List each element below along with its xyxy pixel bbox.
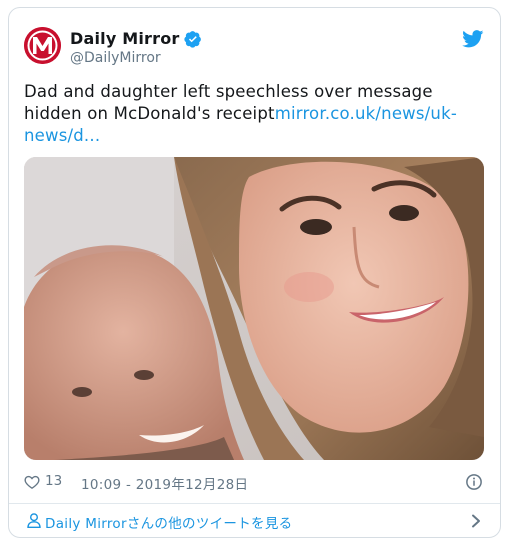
more-tweets-link[interactable]: Daily Mirrorさんの他のツイートを見る bbox=[24, 510, 484, 532]
photo-image bbox=[24, 157, 484, 460]
info-icon[interactable] bbox=[465, 473, 483, 491]
more-tweets-label[interactable]: Daily Mirrorさんの他のツイートを見る bbox=[45, 512, 292, 532]
like-count[interactable]: 13 bbox=[45, 473, 62, 489]
user-icon bbox=[27, 513, 41, 528]
tweet-text: Dad and daughter left speechless over me… bbox=[24, 81, 484, 147]
account-name[interactable]: Daily Mirror bbox=[70, 29, 180, 48]
tweet-photo[interactable] bbox=[24, 157, 484, 460]
account-handle[interactable]: @DailyMirror bbox=[70, 50, 161, 66]
daily-mirror-logo-icon bbox=[24, 27, 61, 64]
chevron-right-icon[interactable] bbox=[471, 514, 481, 528]
tweet-meta: 13 10:09 - 2019年12月28日 bbox=[24, 473, 484, 493]
divider bbox=[9, 503, 500, 504]
heart-icon[interactable] bbox=[24, 474, 40, 490]
twitter-bird-icon[interactable] bbox=[462, 30, 484, 48]
avatar[interactable] bbox=[24, 27, 61, 64]
verified-badge-icon bbox=[184, 31, 201, 48]
tweet-timestamp[interactable]: 10:09 - 2019年12月28日 bbox=[81, 473, 248, 493]
tweet-card: Daily Mirror @DailyMirror Dad and daught… bbox=[8, 7, 501, 538]
